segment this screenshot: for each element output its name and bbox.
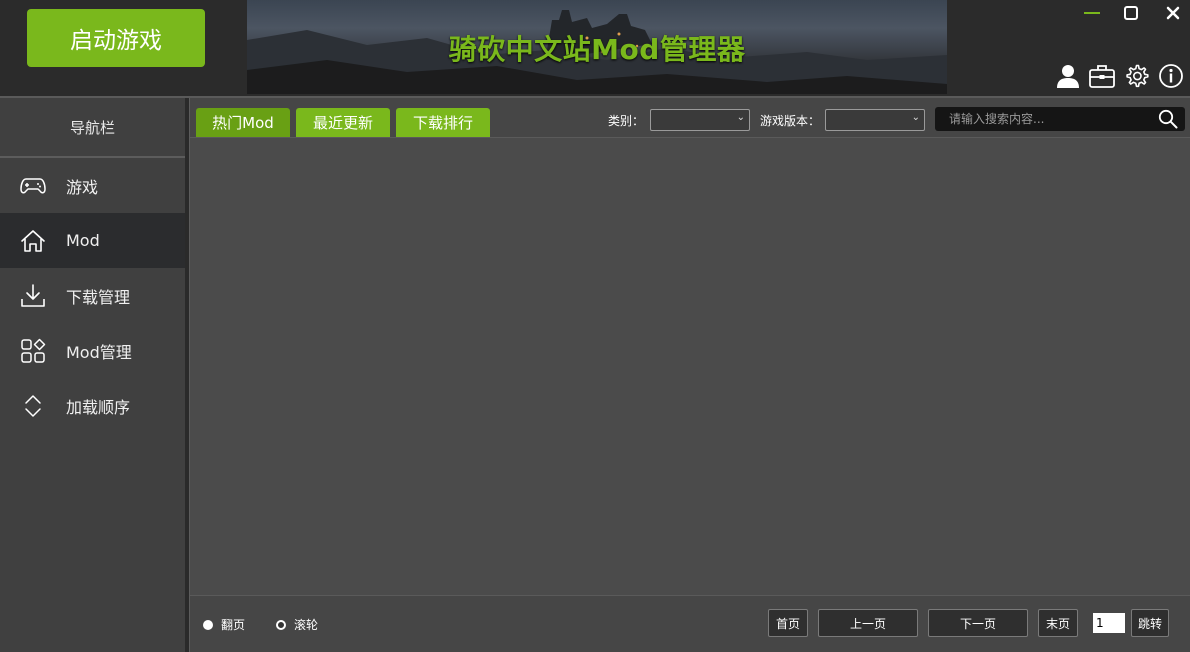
- last-page-button[interactable]: 末页: [1038, 609, 1078, 637]
- sidebar-item-label: Mod: [66, 231, 100, 250]
- close-button[interactable]: [1160, 4, 1186, 22]
- sidebar: 导航栏 游戏 Mod 下载管理 Mod管理 加载顺序: [0, 98, 185, 652]
- sidebar-title: 导航栏: [0, 98, 185, 158]
- maximize-button[interactable]: [1118, 4, 1144, 22]
- sidebar-item-mod-manager[interactable]: Mod管理: [0, 323, 185, 378]
- prev-page-button[interactable]: 上一页: [818, 609, 918, 637]
- info-icon: [1159, 64, 1183, 88]
- game-version-label: 游戏版本：: [760, 114, 821, 128]
- sidebar-item-label: 下载管理: [66, 287, 131, 307]
- gear-icon: [1126, 64, 1149, 88]
- mod-toolbar: 热门Mod 最近更新 下载排行 类别： ⌄ 游戏版本： ⌄: [190, 98, 1190, 138]
- app-title: 骑砍中文站Mod管理器: [448, 33, 746, 66]
- sidebar-item-label: 加载顺序: [66, 397, 131, 417]
- next-page-button[interactable]: 下一页: [928, 609, 1028, 637]
- minimize-icon: [1084, 12, 1100, 14]
- close-icon: [1166, 6, 1180, 20]
- app-window: 启动游戏 骑砍中文站Mod管理器 导航栏 游戏 Mod 下载管理 Mod管理 加…: [0, 0, 1190, 652]
- download-icon: [20, 283, 46, 309]
- banner: 骑砍中文站Mod管理器: [247, 0, 947, 94]
- chevron-down-icon: ⌄: [736, 112, 745, 123]
- tab-download-ranking[interactable]: 下载排行: [396, 108, 490, 137]
- home-icon: [20, 228, 46, 254]
- sidebar-item-mod[interactable]: Mod: [0, 213, 185, 268]
- category-select[interactable]: ⌄: [650, 109, 750, 131]
- gamepad-icon: [20, 173, 46, 199]
- first-page-button[interactable]: 首页: [768, 609, 808, 637]
- sidebar-item-game[interactable]: 游戏: [0, 158, 185, 213]
- mod-list-area: [190, 138, 1190, 595]
- search-icon: [1158, 109, 1178, 129]
- search-input[interactable]: [935, 107, 1150, 131]
- page-number-input[interactable]: [1093, 613, 1125, 633]
- info-button[interactable]: [1157, 62, 1185, 90]
- tab-recent-updates[interactable]: 最近更新: [296, 108, 390, 137]
- mode-radio-scroll[interactable]: 滚轮: [276, 616, 318, 633]
- maximize-icon: [1124, 6, 1138, 20]
- mode-label: 翻页: [221, 618, 246, 632]
- toolbox-button[interactable]: [1088, 62, 1116, 90]
- mode-radio-paging[interactable]: 翻页: [203, 616, 245, 633]
- game-version-select[interactable]: ⌄: [825, 109, 925, 131]
- mode-label: 滚轮: [294, 618, 319, 632]
- jump-button[interactable]: 跳转: [1131, 609, 1169, 637]
- briefcase-icon: [1089, 65, 1115, 88]
- radio-selected-icon: [203, 619, 213, 630]
- minimize-button[interactable]: [1079, 4, 1105, 22]
- pagination-bar: 翻页 滚轮 首页 上一页 下一页 末页 跳转: [190, 595, 1190, 652]
- sort-icon: [20, 393, 46, 419]
- radio-unselected-icon: [276, 619, 286, 630]
- search-button[interactable]: [1157, 108, 1179, 130]
- user-icon: [1057, 65, 1079, 88]
- user-button[interactable]: [1054, 62, 1082, 90]
- sidebar-item-download-manager[interactable]: 下载管理: [0, 268, 185, 323]
- sidebar-item-load-order[interactable]: 加载顺序: [0, 378, 185, 433]
- settings-button[interactable]: [1123, 62, 1151, 90]
- sidebar-item-label: 游戏: [66, 177, 99, 197]
- category-label: 类别：: [608, 114, 645, 128]
- header: 启动游戏 骑砍中文站Mod管理器: [0, 0, 1190, 96]
- search-box: [935, 107, 1185, 131]
- sidebar-item-label: Mod管理: [66, 342, 132, 362]
- chevron-down-icon: ⌄: [911, 112, 920, 123]
- main-panel: 热门Mod 最近更新 下载排行 类别： ⌄ 游戏版本： ⌄ 请输入搜索内容...…: [189, 98, 1190, 652]
- grid-icon: [20, 338, 46, 364]
- launch-game-button[interactable]: 启动游戏: [27, 9, 205, 67]
- tab-hot-mods[interactable]: 热门Mod: [196, 108, 290, 137]
